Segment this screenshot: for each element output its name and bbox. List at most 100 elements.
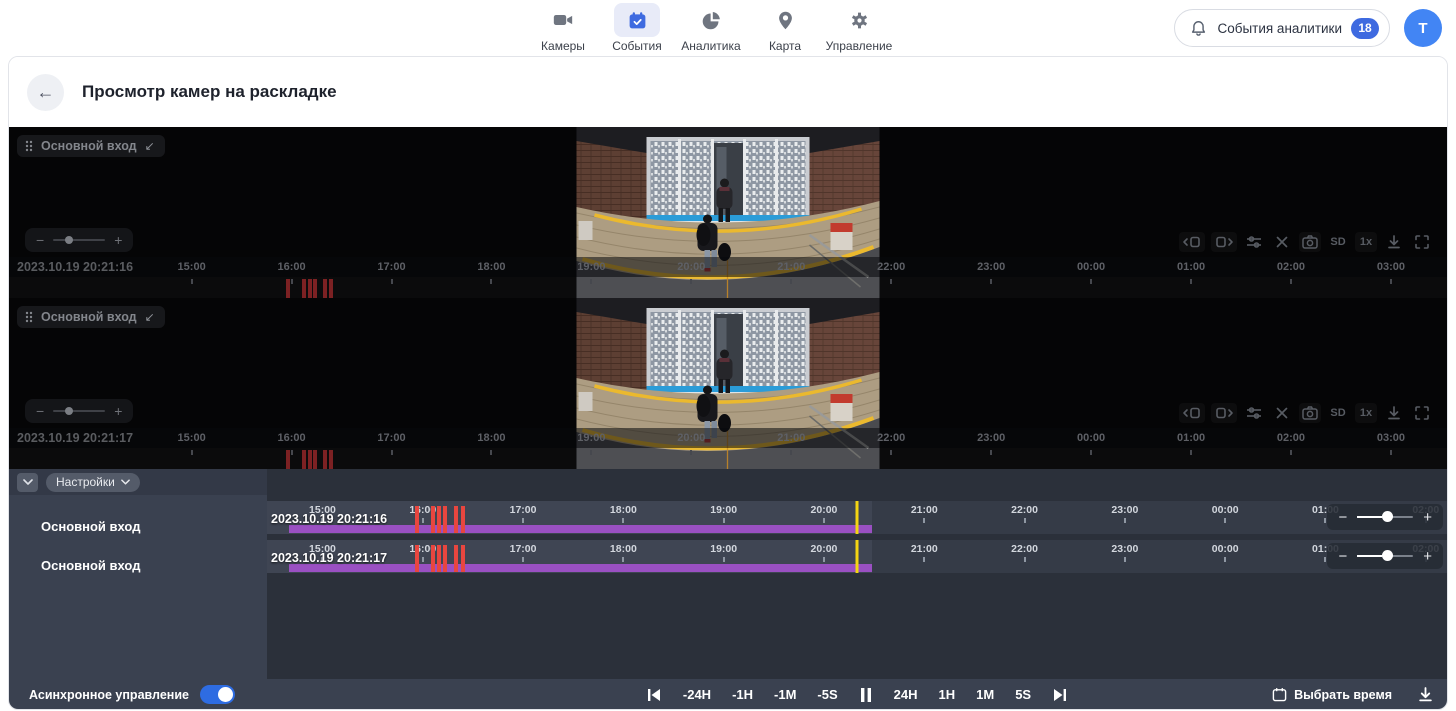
step-button--24h[interactable]: -24H [683,687,711,702]
motion-event-marker[interactable] [454,545,458,572]
zoom-slider-knob[interactable] [65,407,73,415]
download-button[interactable] [1383,403,1405,423]
skip-to-start-button[interactable] [646,687,662,703]
zoom-in-button[interactable]: + [114,403,122,419]
motion-event-marker[interactable] [329,279,333,298]
timeline-row-label[interactable]: Основной вход [9,546,267,585]
download-button[interactable] [1383,232,1405,252]
camera-title-chip[interactable]: Основной вход ↙ [17,135,165,157]
export-download-button[interactable] [1418,687,1433,702]
motion-event-marker[interactable] [443,506,447,533]
snapshot-button[interactable] [1299,232,1321,252]
archive-record-bar[interactable] [289,525,872,533]
motion-event-marker[interactable] [437,545,441,572]
speed-toggle[interactable]: 1x [1355,403,1377,423]
timeline-row-label[interactable]: Основной вход [9,507,267,546]
motion-event-marker[interactable] [415,545,419,572]
quality-toggle[interactable]: SD [1327,403,1349,423]
playhead-cursor[interactable] [856,540,859,573]
select-time-button[interactable]: Выбрать время [1272,687,1392,702]
tab-map[interactable]: Карта [751,3,819,53]
speed-toggle[interactable]: 1x [1355,232,1377,252]
quality-toggle[interactable]: SD [1327,232,1349,252]
close-button[interactable] [1271,232,1293,252]
drag-handle-icon[interactable] [25,311,33,323]
camera-timeline[interactable]: 2023.10.19 20:21:1715:0016:0017:0018:001… [9,428,1447,469]
camera-timeline[interactable]: 2023.10.19 20:21:1615:0016:0017:0018:001… [9,257,1447,298]
step-button-1h[interactable]: 1H [939,687,956,702]
async-control-toggle[interactable] [200,685,235,704]
step-button-24h[interactable]: 24H [894,687,918,702]
motion-event-marker[interactable] [415,506,419,533]
next-bookmark-button[interactable] [1211,403,1237,423]
fullscreen-button[interactable] [1411,232,1433,252]
zoom-slider[interactable] [53,410,105,412]
playhead-cursor[interactable] [856,501,859,534]
motion-event-marker[interactable] [431,545,435,572]
tab-analytics[interactable]: Аналитика [677,3,745,53]
camera-panel-1[interactable]: Основной вход ↙ − + SD 1x 2023.10.19 2 [9,127,1447,298]
motion-event-marker[interactable] [443,545,447,572]
zoom-in-button[interactable]: + [1423,548,1432,565]
zoom-in-button[interactable]: + [1423,509,1432,526]
motion-event-marker[interactable] [313,450,317,469]
tab-cameras[interactable]: Камеры [529,3,597,53]
step-button--1h[interactable]: -1H [732,687,753,702]
prev-bookmark-button[interactable] [1179,232,1205,252]
next-bookmark-button[interactable] [1211,232,1237,252]
zoom-out-button[interactable]: − [36,403,44,419]
step-button--5s[interactable]: -5S [817,687,837,702]
zoom-in-button[interactable]: + [114,232,122,248]
zoom-out-button[interactable]: − [1338,509,1347,526]
timeline-track[interactable]: 15:0016:0017:0018:0019:0020:0021:0022:00… [267,501,1447,534]
camera-panel-2[interactable]: Основной вход ↙ − + SD 1x 2023.10.19 2 [9,298,1447,469]
tune-button[interactable] [1243,232,1265,252]
motion-event-marker[interactable] [461,506,465,533]
motion-event-marker[interactable] [308,279,312,298]
zoom-slider-knob[interactable] [1382,511,1393,522]
collapse-arrow-icon[interactable]: ↙ [145,310,155,324]
motion-event-marker[interactable] [286,279,290,298]
snapshot-button[interactable] [1299,403,1321,423]
prev-bookmark-button[interactable] [1179,403,1205,423]
motion-event-marker[interactable] [461,545,465,572]
motion-event-marker[interactable] [302,450,306,469]
motion-event-marker[interactable] [454,506,458,533]
motion-event-marker[interactable] [437,506,441,533]
tab-management[interactable]: Управление [825,3,893,53]
skip-to-end-button[interactable] [1052,687,1068,703]
zoom-slider[interactable] [53,239,105,241]
archive-record-bar[interactable] [289,564,872,572]
back-button[interactable]: ← [27,74,64,111]
pause-button[interactable] [859,687,873,703]
zoom-out-button[interactable]: − [36,232,44,248]
close-button[interactable] [1271,403,1293,423]
step-button-5s[interactable]: 5S [1015,687,1031,702]
fullscreen-button[interactable] [1411,403,1433,423]
motion-event-marker[interactable] [323,279,327,298]
settings-dropdown[interactable]: Настройки [46,473,140,492]
motion-event-marker[interactable] [308,450,312,469]
motion-event-marker[interactable] [286,450,290,469]
tab-events[interactable]: События [603,3,671,53]
zoom-slider[interactable] [1357,555,1413,557]
motion-event-marker[interactable] [302,279,306,298]
step-button--1m[interactable]: -1M [774,687,796,702]
motion-event-marker[interactable] [313,279,317,298]
zoom-slider-knob[interactable] [1382,550,1393,561]
analytics-events-button[interactable]: События аналитики 18 [1174,9,1390,47]
zoom-slider[interactable] [1357,516,1413,518]
camera-title-chip[interactable]: Основной вход ↙ [17,306,165,328]
drag-handle-icon[interactable] [25,140,33,152]
motion-event-marker[interactable] [323,450,327,469]
collapse-arrow-icon[interactable]: ↙ [145,139,155,153]
collapse-panel-button[interactable] [17,473,38,492]
motion-event-marker[interactable] [329,450,333,469]
zoom-out-button[interactable]: − [1338,548,1347,565]
zoom-slider-knob[interactable] [65,236,73,244]
motion-event-marker[interactable] [431,506,435,533]
timeline-track[interactable]: 15:0016:0017:0018:0019:0020:0021:0022:00… [267,540,1447,573]
step-button-1m[interactable]: 1M [976,687,994,702]
tune-button[interactable] [1243,403,1265,423]
user-avatar[interactable]: T [1404,9,1442,47]
